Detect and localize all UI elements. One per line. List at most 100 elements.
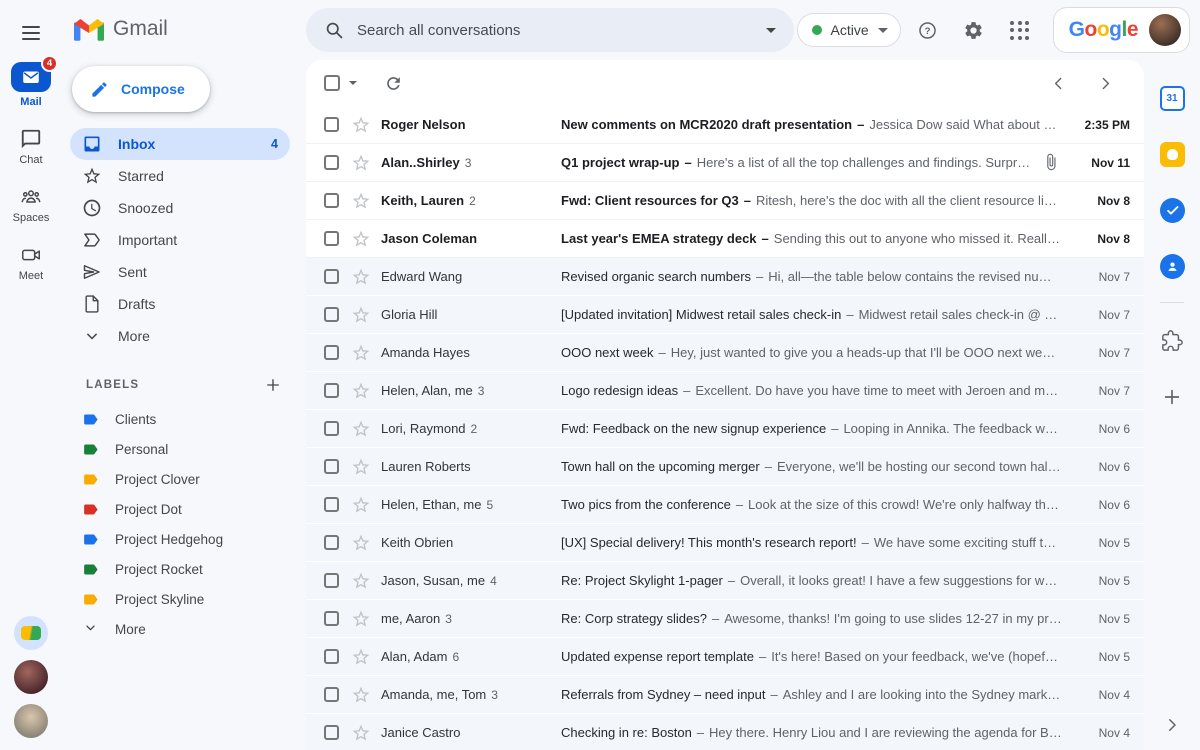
label-item-project-dot[interactable]: Project Dot <box>70 494 290 524</box>
email-row[interactable]: Amanda, me, Tom 3 Referrals from Sydney – … <box>306 676 1144 714</box>
workspace-avatar-2[interactable] <box>14 660 48 694</box>
sidebar-item-starred[interactable]: Starred <box>70 160 290 192</box>
refresh-button[interactable] <box>378 68 408 98</box>
star-icon[interactable] <box>351 457 371 477</box>
star-icon[interactable] <box>351 381 371 401</box>
email-checkbox[interactable] <box>324 649 339 664</box>
star-icon[interactable] <box>351 685 371 705</box>
star-icon[interactable] <box>351 343 371 363</box>
email-row[interactable]: Helen, Alan, me 3 Logo redesign ideas – Exce… <box>306 372 1144 410</box>
sidebar-item-inbox[interactable]: Inbox 4 <box>70 128 290 160</box>
newer-page-button[interactable] <box>1050 75 1067 92</box>
sidebar-item-snoozed[interactable]: Snoozed <box>70 192 290 224</box>
label-name: Project Hedgehog <box>115 531 224 547</box>
email-row[interactable]: Alan, Adam 6 Updated expense report templa… <box>306 638 1144 676</box>
label-item-clients[interactable]: Clients <box>70 404 290 434</box>
label-item-project-rocket[interactable]: Project Rocket <box>70 554 290 584</box>
email-checkbox[interactable] <box>324 231 339 246</box>
email-checkbox[interactable] <box>324 725 339 740</box>
email-row[interactable]: Helen, Ethan, me 5 Two pics from the confe… <box>306 486 1144 524</box>
email-checkbox[interactable] <box>324 307 339 322</box>
email-date: Nov 5 <box>1098 573 1130 588</box>
email-row[interactable]: me, Aaron 3 Re: Corp strategy slides? – Awes… <box>306 600 1144 638</box>
email-checkbox[interactable] <box>324 459 339 474</box>
label-item-project-skyline[interactable]: Project Skyline <box>70 584 290 614</box>
workspace-avatar-1[interactable] <box>14 616 48 650</box>
star-icon[interactable] <box>351 153 371 173</box>
rail-app-keep-icon[interactable] <box>1152 132 1192 176</box>
rail-tool-extensions-icon[interactable] <box>1152 319 1192 363</box>
status-pill[interactable]: Active <box>796 13 901 47</box>
main-menu-button[interactable] <box>9 14 53 52</box>
account-chip[interactable]: Google <box>1052 7 1190 53</box>
email-row[interactable]: Janice Castro Checking in re: Boston – Hey … <box>306 714 1144 750</box>
email-row[interactable]: Keith, Lauren 2 Fwd: Client resources for … <box>306 182 1144 220</box>
rail-tool-add-icon[interactable] <box>1152 375 1192 419</box>
label-item-project-hedgehog[interactable]: Project Hedgehog <box>70 524 290 554</box>
labels-more[interactable]: More <box>70 614 290 644</box>
rail-app-contacts-icon[interactable] <box>1152 244 1192 288</box>
compose-button[interactable]: Compose <box>72 66 210 112</box>
email-checkbox[interactable] <box>324 269 339 284</box>
star-icon[interactable] <box>351 495 371 515</box>
email-snippet: Everyone, we'll be hosting our second to… <box>776 459 1062 474</box>
select-dropdown-arrow[interactable] <box>349 81 357 89</box>
sidebar-item-sent[interactable]: Sent <box>70 256 290 288</box>
email-checkbox[interactable] <box>324 155 339 170</box>
settings-button[interactable] <box>955 11 993 49</box>
star-icon[interactable] <box>351 419 371 439</box>
email-checkbox[interactable] <box>324 687 339 702</box>
star-icon[interactable] <box>351 723 371 743</box>
rail-item-chat[interactable]: Chat <box>13 128 50 166</box>
rail-app-calendar-icon[interactable]: 31 <box>1152 76 1192 120</box>
email-checkbox[interactable] <box>324 535 339 550</box>
sidebar-item-important[interactable]: Important <box>70 224 290 256</box>
star-icon[interactable] <box>351 305 371 325</box>
email-row[interactable]: Jason Coleman Last year's EMEA strategy d… <box>306 220 1144 258</box>
label-item-project-clover[interactable]: Project Clover <box>70 464 290 494</box>
email-row[interactable]: Gloria Hill [Updated invitation] Midwest … <box>306 296 1144 334</box>
older-page-button[interactable] <box>1097 75 1114 92</box>
email-checkbox[interactable] <box>324 383 339 398</box>
select-all-checkbox[interactable] <box>324 75 340 91</box>
star-icon[interactable] <box>351 533 371 553</box>
search-input[interactable] <box>357 21 753 39</box>
rail-app-tasks-icon[interactable] <box>1152 188 1192 232</box>
rail-item-meet[interactable]: Meet <box>13 244 50 282</box>
add-label-button[interactable] <box>264 376 282 394</box>
email-row[interactable]: Lori, Raymond 2 Fwd: Feedback on the new s… <box>306 410 1144 448</box>
search-options-arrow[interactable] <box>766 27 776 38</box>
workspace-avatar-3[interactable] <box>14 704 48 738</box>
email-row[interactable]: Keith Obrien [UX] Special delivery! This … <box>306 524 1144 562</box>
star-icon[interactable] <box>351 609 371 629</box>
email-row[interactable]: Edward Wang Revised organic search number… <box>306 258 1144 296</box>
star-icon[interactable] <box>351 115 371 135</box>
search-bar[interactable] <box>306 8 794 52</box>
email-checkbox[interactable] <box>324 193 339 208</box>
email-checkbox[interactable] <box>324 573 339 588</box>
rail-item-spaces[interactable]: Spaces <box>13 186 49 224</box>
apps-grid-button[interactable] <box>1001 11 1039 49</box>
star-icon[interactable] <box>351 191 371 211</box>
email-row[interactable]: Amanda Hayes OOO next week – Hey, just want… <box>306 334 1144 372</box>
email-row[interactable]: Alan..Shirley 3 Q1 project wrap-up – Here's … <box>306 144 1144 182</box>
star-icon[interactable] <box>351 267 371 287</box>
email-checkbox[interactable] <box>324 117 339 132</box>
star-icon[interactable] <box>351 571 371 591</box>
star-icon[interactable] <box>351 647 371 667</box>
email-checkbox[interactable] <box>324 345 339 360</box>
help-button[interactable]: ? <box>909 11 947 49</box>
label-item-personal[interactable]: Personal <box>70 434 290 464</box>
user-avatar[interactable] <box>1149 14 1181 46</box>
email-checkbox[interactable] <box>324 421 339 436</box>
sidebar-item-more[interactable]: More <box>70 320 290 352</box>
rail-item-mail[interactable]: 4 Mail <box>11 55 58 108</box>
star-icon[interactable] <box>351 229 371 249</box>
sidebar-item-drafts[interactable]: Drafts <box>70 288 290 320</box>
email-row[interactable]: Jason, Susan, me 4 Re: Project Skylight 1-… <box>306 562 1144 600</box>
side-panel-expand-button[interactable] <box>1163 716 1181 734</box>
email-row[interactable]: Roger Nelson New comments on MCR2020 draf… <box>306 106 1144 144</box>
email-checkbox[interactable] <box>324 611 339 626</box>
email-checkbox[interactable] <box>324 497 339 512</box>
email-row[interactable]: Lauren Roberts Town hall on the upcoming … <box>306 448 1144 486</box>
